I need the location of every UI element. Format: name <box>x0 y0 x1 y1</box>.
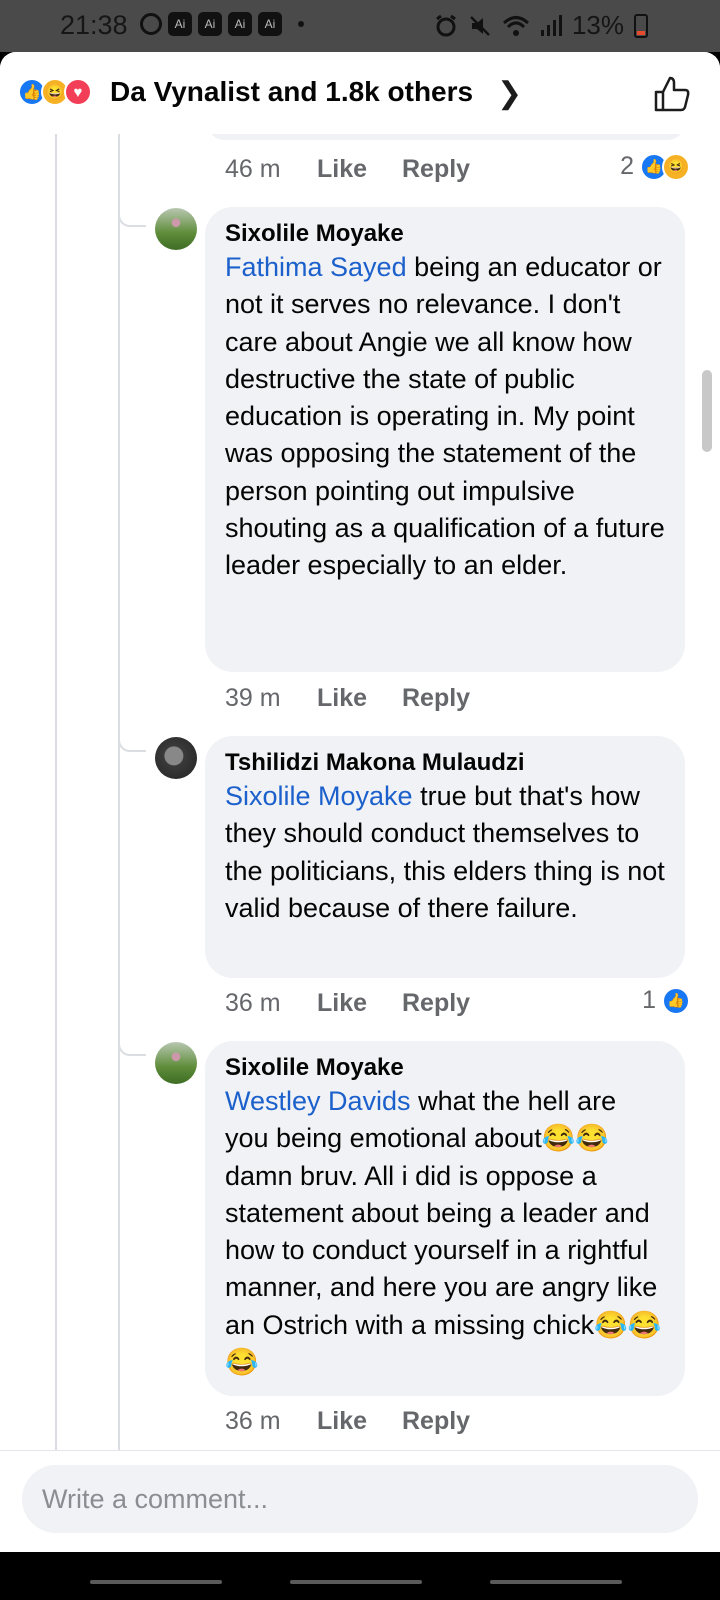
comment-time: 39 m <box>225 684 281 712</box>
avatar[interactable] <box>155 208 197 250</box>
comment-body: what the hell are you being emotional ab… <box>225 1086 662 1378</box>
like-link[interactable]: Like <box>317 684 402 713</box>
scrollbar-thumb[interactable] <box>702 370 712 452</box>
like-button-icon[interactable] <box>652 74 692 114</box>
comment-time: 46 m <box>225 155 281 183</box>
comment-reaction-count[interactable]: 2 👍 😆 <box>620 152 690 181</box>
comment-reaction-count[interactable]: 1 👍 <box>642 986 690 1015</box>
sync-icon <box>140 13 162 35</box>
like-link[interactable]: Like <box>317 1407 402 1436</box>
ai-app-icon: Ai <box>258 12 282 36</box>
thread-line <box>118 134 120 1552</box>
battery-icon <box>634 13 648 38</box>
notification-icons: Ai Ai Ai Ai <box>140 12 304 36</box>
chevron-right-icon[interactable]: ❯ <box>497 76 522 111</box>
nav-recents-handle[interactable] <box>90 1580 222 1584</box>
comment-bubble[interactable]: Tshilidzi Makona Mulaudzi Sixolile Moyak… <box>205 736 685 978</box>
comment-text: Westley Davids what the hell are you bei… <box>225 1083 665 1381</box>
avatar[interactable] <box>155 1042 197 1084</box>
reactions-header[interactable]: 👍 😆 ♥ Da Vynalist and 1.8k others ❯ <box>0 52 720 134</box>
thread-line <box>55 134 57 1552</box>
comment-time: 36 m <box>225 989 281 1017</box>
comment-meta: 36 m Like Reply <box>225 1407 470 1436</box>
mention-link[interactable]: Westley Davids <box>225 1086 411 1116</box>
comment-composer <box>0 1450 720 1552</box>
system-status: 13% <box>434 10 648 41</box>
ai-app-icon: Ai <box>198 12 222 36</box>
comment-body: being an educator or not it serves no re… <box>225 252 665 581</box>
comment-author[interactable]: Sixolile Moyake <box>225 219 665 249</box>
comment-author[interactable]: Tshilidzi Makona Mulaudzi <box>225 748 665 778</box>
mention-link[interactable]: Sixolile Moyake <box>225 781 413 811</box>
reaction-count: 1 <box>642 986 656 1014</box>
comment-time: 36 m <box>225 1407 281 1435</box>
mute-icon <box>470 15 490 36</box>
battery-level: 13% <box>571 10 624 40</box>
status-bar: 21:38 Ai Ai Ai Ai 13% <box>0 0 720 52</box>
comment-text: Fathima Sayed being an educator or not i… <box>225 249 665 585</box>
more-notifications-icon <box>298 21 304 27</box>
signal-icon <box>540 14 562 36</box>
like-link[interactable]: Like <box>317 989 402 1018</box>
haha-icon: 😆 <box>662 152 690 181</box>
thread-connector <box>118 215 146 227</box>
reaction-count: 2 <box>620 152 634 180</box>
like-link[interactable]: Like <box>317 155 402 184</box>
system-navigation-bar <box>0 1552 720 1600</box>
comment-author[interactable]: Sixolile Moyake <box>225 1053 665 1083</box>
alarm-icon <box>436 14 456 36</box>
thread-connector <box>118 1044 146 1056</box>
comment-bubble[interactable]: Sixolile Moyake Fathima Sayed being an e… <box>205 207 685 672</box>
ai-app-icon: Ai <box>168 12 192 36</box>
ai-app-icon: Ai <box>228 12 252 36</box>
thread-connector <box>118 740 146 752</box>
love-icon: ♥ <box>64 78 92 106</box>
comments-sheet: 👍 😆 ♥ Da Vynalist and 1.8k others ❯ 46 m… <box>0 52 720 1552</box>
like-icon: 👍 <box>662 986 690 1015</box>
wifi-icon <box>502 15 529 36</box>
reply-link[interactable]: Reply <box>402 684 470 713</box>
comment-meta: 46 m Like Reply <box>225 155 470 184</box>
avatar[interactable] <box>155 737 197 779</box>
comment-text: Sixolile Moyake true but that's how they… <box>225 778 665 927</box>
reply-link[interactable]: Reply <box>402 1407 470 1436</box>
status-time: 21:38 <box>60 10 128 40</box>
comment-meta: 36 m Like Reply <box>225 989 470 1018</box>
comment-meta: 39 m Like Reply <box>225 684 470 713</box>
comment-bubble[interactable]: Sixolile Moyake Westley Davids what the … <box>205 1041 685 1396</box>
nav-home-handle[interactable] <box>290 1580 422 1584</box>
reply-link[interactable]: Reply <box>402 155 470 184</box>
comment-input[interactable] <box>22 1465 698 1533</box>
mention-link[interactable]: Fathima Sayed <box>225 252 407 282</box>
reactors-summary[interactable]: Da Vynalist and 1.8k others <box>110 76 473 108</box>
reaction-icons: 👍 😆 ♥ <box>18 78 92 106</box>
nav-back-handle[interactable] <box>490 1580 622 1584</box>
reply-link[interactable]: Reply <box>402 989 470 1018</box>
